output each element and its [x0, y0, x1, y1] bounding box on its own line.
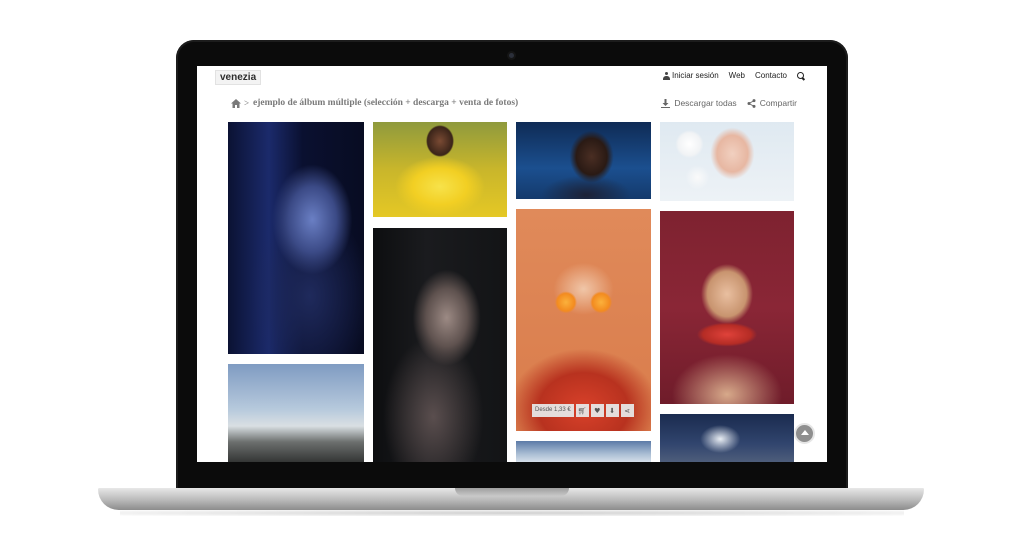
- photo-9[interactable]: [516, 441, 651, 462]
- photo-gallery: [197, 66, 827, 462]
- share-icon: [747, 98, 756, 108]
- price-badge[interactable]: Desde 1,33 €: [532, 404, 574, 417]
- top-navbar: venezia Iniciar sesión Web Contacto: [197, 66, 827, 88]
- breadcrumb: > ejemplo de álbum múltiple (selección +…: [197, 96, 827, 114]
- breadcrumb-separator: >: [244, 98, 250, 108]
- photo-5[interactable]: [373, 228, 507, 462]
- share-icon[interactable]: ⋖: [620, 404, 634, 417]
- laptop-shadow: [120, 510, 904, 516]
- album-actions: Descargar todas Compartir: [661, 98, 797, 108]
- user-icon: [662, 71, 670, 80]
- photo-7[interactable]: [660, 211, 794, 404]
- laptop-notch: [455, 488, 569, 496]
- download-all-label: Descargar todas: [674, 98, 737, 108]
- photo-2[interactable]: [373, 122, 507, 217]
- download-icon: [661, 98, 671, 108]
- photo-3[interactable]: [516, 122, 651, 199]
- site-logo[interactable]: venezia: [215, 70, 262, 85]
- contact-link[interactable]: Contacto: [755, 71, 787, 80]
- photo-6[interactable]: [516, 209, 651, 431]
- photo-1[interactable]: [228, 122, 364, 354]
- photo-8[interactable]: [228, 364, 364, 462]
- album-title: ejemplo de álbum múltiple (selección + d…: [253, 98, 519, 108]
- download-all-button[interactable]: Descargar todas: [661, 98, 737, 108]
- photo-hover-bar: Desde 1,33 € 🛒︎ ♥ ⬇ ⋖: [532, 404, 634, 417]
- share-button[interactable]: Compartir: [747, 98, 797, 108]
- home-icon[interactable]: [231, 99, 241, 108]
- cart-icon[interactable]: 🛒︎: [575, 404, 589, 417]
- photo-10[interactable]: [660, 414, 794, 462]
- web-link[interactable]: Web: [729, 71, 745, 80]
- browser-screen: venezia Iniciar sesión Web Contacto > ej…: [197, 66, 827, 462]
- photo-4[interactable]: [660, 122, 794, 201]
- share-label: Compartir: [759, 98, 797, 108]
- webcam-icon: [507, 51, 516, 60]
- login-label: Iniciar sesión: [671, 71, 719, 80]
- search-icon[interactable]: [797, 71, 805, 80]
- nav-links: Iniciar sesión Web Contacto: [662, 71, 805, 80]
- scroll-to-top-button[interactable]: [794, 423, 815, 444]
- heart-icon[interactable]: ♥: [590, 404, 604, 417]
- download-icon[interactable]: ⬇: [605, 404, 619, 417]
- login-link[interactable]: Iniciar sesión: [662, 71, 719, 80]
